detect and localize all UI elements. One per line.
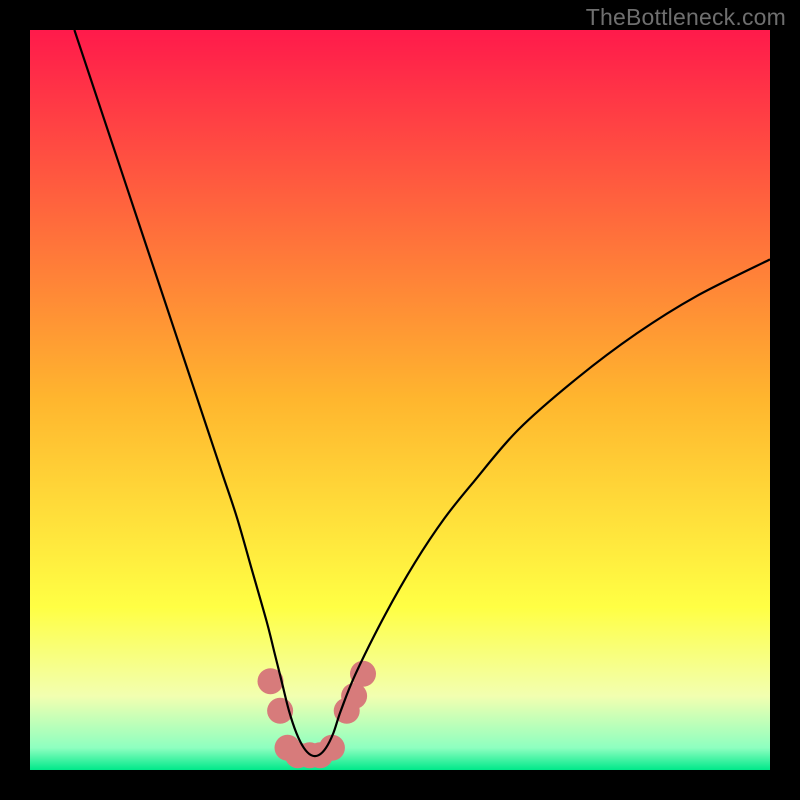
chart-frame: TheBottleneck.com — [0, 0, 800, 800]
chart-svg — [30, 30, 770, 770]
watermark-text: TheBottleneck.com — [586, 4, 786, 31]
marker-dot — [341, 683, 367, 709]
marker-dot — [350, 661, 376, 687]
plot-area — [30, 30, 770, 770]
gradient-background — [30, 30, 770, 770]
